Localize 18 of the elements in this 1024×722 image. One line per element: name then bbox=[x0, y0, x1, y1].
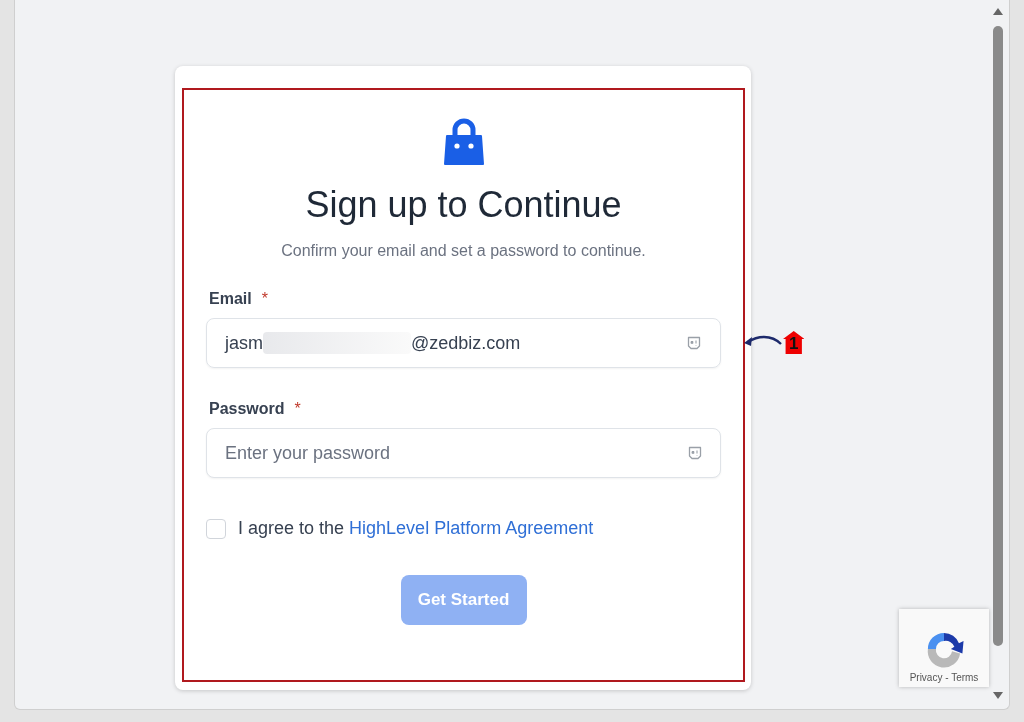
field-label: Email bbox=[209, 290, 252, 308]
privacy-terms-links[interactable]: Privacy - Terms bbox=[909, 672, 979, 683]
field-label: Password bbox=[209, 400, 285, 418]
password-manager-icon[interactable] bbox=[687, 445, 703, 461]
scroll-thumb[interactable] bbox=[993, 26, 1003, 646]
required-mark: * bbox=[261, 290, 268, 308]
agreement-text: I agree to the HighLevel Platform Agreement bbox=[238, 518, 594, 539]
form-subtitle: Confirm your email and set a password to continue. bbox=[281, 242, 646, 260]
scroll-down-icon[interactable] bbox=[993, 692, 1003, 699]
password-field[interactable]: Enter your password bbox=[206, 428, 721, 478]
shopping-bag-icon bbox=[441, 118, 486, 166]
step-marker: 1 bbox=[783, 331, 805, 354]
password-manager-icon[interactable] bbox=[686, 335, 702, 351]
scroll-up-icon[interactable] bbox=[993, 8, 1003, 15]
form-title: Sign up to Continue bbox=[305, 184, 622, 226]
agreement-checkbox[interactable] bbox=[206, 518, 226, 539]
required-mark: * bbox=[294, 400, 301, 418]
agreement-link[interactable]: HighLevel Platform Agreement bbox=[349, 518, 594, 538]
